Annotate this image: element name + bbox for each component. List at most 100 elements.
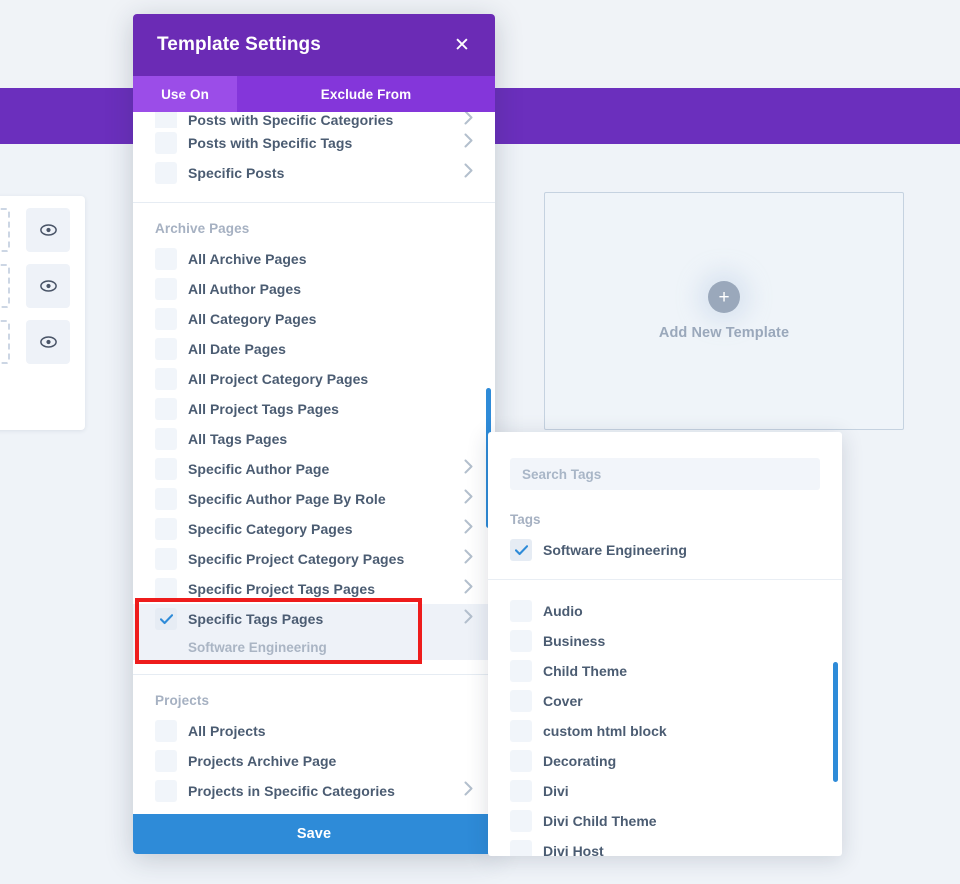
checkbox[interactable] bbox=[155, 112, 177, 128]
option-label: Posts with Specific Tags bbox=[188, 135, 353, 151]
option-row-posts-with-specific-tags[interactable]: Posts with Specific Tags bbox=[133, 128, 495, 158]
option-row-projects-in-specific-categories[interactable]: Projects in Specific Categories bbox=[133, 776, 495, 806]
checkbox[interactable] bbox=[155, 578, 177, 600]
option-label: Specific Author Page bbox=[188, 461, 330, 477]
option-row-specific-author-page[interactable]: Specific Author Page bbox=[133, 454, 495, 484]
chevron-right-icon bbox=[464, 163, 473, 183]
template-row[interactable] bbox=[0, 202, 78, 258]
option-row-posts-with-specific-categories[interactable]: Posts with Specific Categories bbox=[133, 112, 495, 128]
modal-footer: Save bbox=[133, 814, 495, 854]
checkbox[interactable] bbox=[155, 162, 177, 184]
option-row-specific-tags-pages[interactable]: Specific Tags Pages bbox=[133, 604, 495, 634]
checkbox[interactable] bbox=[155, 308, 177, 330]
checkbox[interactable] bbox=[155, 368, 177, 390]
eye-icon[interactable] bbox=[26, 208, 70, 252]
option-row-specific-project-category-pages[interactable]: Specific Project Category Pages bbox=[133, 544, 495, 574]
option-row-all-author-pages[interactable]: All Author Pages bbox=[133, 274, 495, 304]
checkbox[interactable] bbox=[510, 600, 532, 622]
tag-row-divi[interactable]: Divi bbox=[488, 776, 842, 806]
option-label: All Project Tags Pages bbox=[188, 401, 340, 417]
checkbox[interactable] bbox=[510, 780, 532, 802]
template-settings-modal: Template Settings ✕ Use On Exclude From … bbox=[133, 14, 495, 854]
option-row-all-project-tags-pages[interactable]: All Project Tags Pages bbox=[133, 394, 495, 424]
checkbox[interactable] bbox=[510, 720, 532, 742]
checkbox[interactable] bbox=[155, 518, 177, 540]
chevron-right-icon bbox=[464, 489, 473, 509]
page-title: Template Settings bbox=[157, 34, 321, 55]
tab-exclude-from[interactable]: Exclude From bbox=[237, 76, 495, 112]
close-icon[interactable]: ✕ bbox=[451, 34, 473, 56]
checkbox[interactable] bbox=[155, 428, 177, 450]
option-label: Projects in Specific Categories bbox=[188, 783, 395, 799]
checkbox[interactable] bbox=[510, 630, 532, 652]
add-new-template-card[interactable]: + Add New Template bbox=[544, 192, 904, 430]
option-label: Posts with Specific Categories bbox=[188, 112, 394, 128]
screen-root: + Add New Template Template Settings ✕ U… bbox=[0, 0, 960, 884]
option-row-specific-author-page-by-role[interactable]: Specific Author Page By Role bbox=[133, 484, 495, 514]
option-row-projects-archive-page[interactable]: Projects Archive Page bbox=[133, 746, 495, 776]
section-title: Archive Pages bbox=[155, 221, 250, 236]
tag-row-divi-child-theme[interactable]: Divi Child Theme bbox=[488, 806, 842, 836]
modal-header: Template Settings ✕ bbox=[133, 14, 495, 76]
template-list-card bbox=[0, 196, 85, 430]
tag-row-business[interactable]: Business bbox=[488, 626, 842, 656]
eye-icon[interactable] bbox=[26, 264, 70, 308]
option-row-all-project-category-pages[interactable]: All Project Category Pages bbox=[133, 364, 495, 394]
option-row-all-archive-pages[interactable]: All Archive Pages bbox=[133, 244, 495, 274]
option-label: All Projects bbox=[188, 723, 266, 739]
checkbox[interactable] bbox=[510, 660, 532, 682]
checkbox[interactable] bbox=[510, 840, 532, 856]
tag-row-custom-html-block[interactable]: custom html block bbox=[488, 716, 842, 746]
eye-icon[interactable] bbox=[26, 320, 70, 364]
checkbox[interactable] bbox=[155, 720, 177, 742]
tag-row-decorating[interactable]: Decorating bbox=[488, 746, 842, 776]
tag-row-software-engineering[interactable]: Software Engineering bbox=[488, 535, 842, 565]
checkbox[interactable] bbox=[155, 398, 177, 420]
checkbox-checked[interactable] bbox=[510, 539, 532, 561]
chevron-right-icon bbox=[464, 549, 473, 569]
option-label: Specific Category Pages bbox=[188, 521, 353, 537]
checkbox[interactable] bbox=[510, 690, 532, 712]
checkbox[interactable] bbox=[510, 750, 532, 772]
option-row-all-tags-pages[interactable]: All Tags Pages bbox=[133, 424, 495, 454]
tag-row-child-theme[interactable]: Child Theme bbox=[488, 656, 842, 686]
option-label: Specific Tags Pages bbox=[188, 611, 324, 627]
tags-scrollbar[interactable] bbox=[833, 662, 838, 782]
chevron-right-icon bbox=[464, 133, 473, 153]
option-label: All Project Category Pages bbox=[188, 371, 369, 387]
checkbox[interactable] bbox=[510, 810, 532, 832]
template-row[interactable] bbox=[0, 258, 78, 314]
tag-row-divi-host[interactable]: Divi Host bbox=[488, 836, 842, 856]
tags-heading: Tags bbox=[510, 512, 541, 527]
tag-row-cover[interactable]: Cover bbox=[488, 686, 842, 716]
option-row-specific-project-tags-pages[interactable]: Specific Project Tags Pages bbox=[133, 574, 495, 604]
option-label: All Tags Pages bbox=[188, 431, 288, 447]
template-placeholder bbox=[0, 320, 10, 364]
option-label: Specific Posts bbox=[188, 165, 285, 181]
checkbox[interactable] bbox=[155, 132, 177, 154]
checkbox[interactable] bbox=[155, 278, 177, 300]
option-row-all-category-pages[interactable]: All Category Pages bbox=[133, 304, 495, 334]
option-row-all-projects[interactable]: All Projects bbox=[133, 716, 495, 746]
tab-use-on[interactable]: Use On bbox=[133, 76, 237, 112]
option-row-specific-posts[interactable]: Specific Posts bbox=[133, 158, 495, 188]
tag-label: Decorating bbox=[543, 753, 617, 769]
option-section-archive-pages: Archive Pages All Archive Pages All Auth… bbox=[133, 203, 495, 675]
search-tags-input[interactable] bbox=[510, 458, 820, 490]
checkbox[interactable] bbox=[155, 338, 177, 360]
modal-body[interactable]: Posts with Specific Categories Posts wit… bbox=[133, 112, 495, 814]
option-label: All Category Pages bbox=[188, 311, 317, 327]
option-row-specific-category-pages[interactable]: Specific Category Pages bbox=[133, 514, 495, 544]
checkbox-checked[interactable] bbox=[155, 608, 177, 630]
checkbox[interactable] bbox=[155, 488, 177, 510]
save-button[interactable]: Save bbox=[133, 814, 495, 854]
checkbox[interactable] bbox=[155, 750, 177, 772]
checkbox[interactable] bbox=[155, 458, 177, 480]
tag-row-audio[interactable]: Audio bbox=[488, 596, 842, 626]
checkbox[interactable] bbox=[155, 548, 177, 570]
checkbox[interactable] bbox=[155, 248, 177, 270]
template-row[interactable] bbox=[0, 314, 78, 370]
option-row-all-date-pages[interactable]: All Date Pages bbox=[133, 334, 495, 364]
tags-all-list[interactable]: Audio Business Child Theme Cover custom … bbox=[488, 580, 842, 856]
checkbox[interactable] bbox=[155, 780, 177, 802]
